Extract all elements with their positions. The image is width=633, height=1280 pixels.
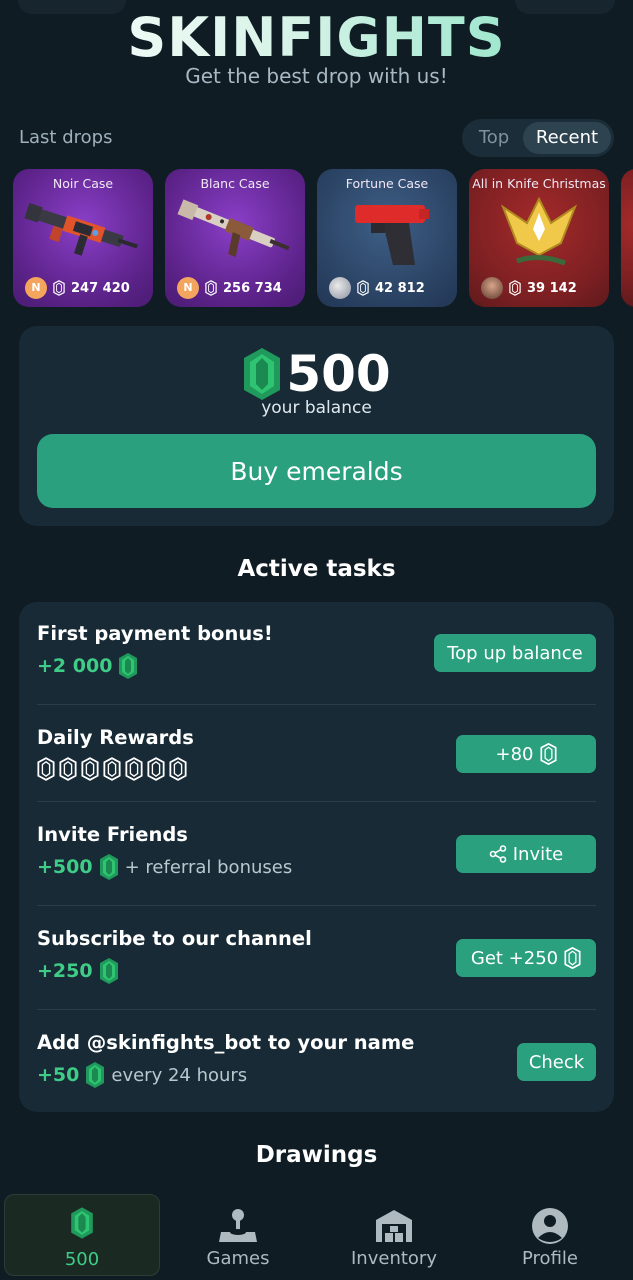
drop-card[interactable]: Blanc Case N 256 734 bbox=[165, 169, 305, 307]
task-invite-friends: Invite Friends +500 + referral bonuses I… bbox=[37, 823, 596, 903]
emerald-icon bbox=[71, 1207, 93, 1239]
emerald-outline-icon bbox=[37, 757, 55, 781]
task-reward: +2 000 bbox=[37, 655, 113, 677]
emerald-icon bbox=[85, 1062, 105, 1088]
nav-inventory[interactable]: Inventory bbox=[316, 1194, 472, 1276]
rifle-m4-icon bbox=[24, 202, 138, 256]
check-button[interactable]: Check bbox=[517, 1043, 596, 1081]
task-daily-rewards: Daily Rewards +80 bbox=[37, 726, 596, 796]
divider bbox=[37, 801, 596, 802]
emerald-outline-icon bbox=[81, 757, 99, 781]
app-logo: SKINFIGHTS bbox=[0, 6, 633, 69]
tasks-panel: First payment bonus! +2 000 Top up balan… bbox=[19, 602, 614, 1112]
emerald-icon bbox=[99, 854, 119, 880]
emerald-outline-icon bbox=[125, 757, 143, 781]
emerald-outline-icon bbox=[509, 280, 521, 296]
user-icon bbox=[532, 1208, 568, 1244]
user-avatar bbox=[481, 277, 503, 299]
balance-label: your balance bbox=[261, 398, 372, 418]
claim-daily-button[interactable]: +80 bbox=[456, 735, 596, 773]
share-icon bbox=[489, 845, 507, 863]
task-reward: +500 bbox=[37, 856, 93, 878]
divider bbox=[37, 905, 596, 906]
drop-card[interactable]: Fortune Case 42 812 bbox=[317, 169, 457, 307]
emerald-outline-icon bbox=[53, 280, 65, 296]
drop-card-partial[interactable] bbox=[621, 169, 633, 307]
case-name: Blanc Case bbox=[200, 176, 270, 191]
nav-profile[interactable]: Profile bbox=[472, 1194, 628, 1276]
emerald-icon bbox=[99, 958, 119, 984]
divider bbox=[37, 1009, 596, 1010]
subscribe-button[interactable]: Get +250 bbox=[456, 939, 596, 977]
emerald-outline-icon bbox=[357, 280, 369, 296]
user-avatar bbox=[329, 277, 351, 299]
emerald-icon bbox=[242, 348, 282, 400]
active-tasks-title: Active tasks bbox=[237, 556, 396, 582]
emerald-icon bbox=[118, 653, 138, 679]
case-name: Noir Case bbox=[52, 176, 114, 191]
task-subscribe-channel: Subscribe to our channel +250 Get +250 bbox=[37, 927, 596, 1007]
toggle-recent[interactable]: Recent bbox=[523, 122, 611, 154]
emerald-outline-icon bbox=[540, 743, 557, 765]
nav-balance[interactable]: 500 bbox=[4, 1194, 160, 1276]
nav-games[interactable]: Games bbox=[160, 1194, 316, 1276]
top-up-balance-button[interactable]: Top up balance bbox=[434, 634, 596, 672]
emerald-outline-icon bbox=[169, 757, 187, 781]
drops-toggle: Top Recent bbox=[462, 119, 614, 157]
emerald-outline-icon bbox=[103, 757, 121, 781]
drop-value: 247 420 bbox=[71, 280, 130, 296]
divider bbox=[37, 704, 596, 705]
user-avatar: N bbox=[177, 277, 199, 299]
drop-value: 42 812 bbox=[375, 280, 425, 296]
drawings-title: Drawings bbox=[255, 1142, 378, 1168]
last-drops-carousel[interactable]: Noir Case N 247 420 Blanc Case N 256 734… bbox=[13, 169, 633, 309]
task-reward-extra: every 24 hours bbox=[111, 1064, 248, 1086]
pistol-icon bbox=[355, 205, 429, 265]
task-add-bot-name: Add @skinfights_bot to your name +50 eve… bbox=[37, 1031, 596, 1111]
invite-button[interactable]: Invite bbox=[456, 835, 596, 873]
task-reward: +250 bbox=[37, 960, 93, 982]
drop-value: 256 734 bbox=[223, 280, 282, 296]
joystick-icon bbox=[219, 1209, 257, 1242]
task-reward: +50 bbox=[37, 1064, 80, 1086]
sticker-crown-icon bbox=[500, 196, 578, 266]
subscribe-label: Get +250 bbox=[470, 947, 559, 969]
nav-label: Games bbox=[206, 1248, 270, 1269]
task-first-payment: First payment bonus! +2 000 Top up balan… bbox=[37, 622, 596, 702]
drop-value: 39 142 bbox=[527, 280, 577, 296]
emerald-outline-icon bbox=[59, 757, 77, 781]
emerald-outline-icon bbox=[205, 280, 217, 296]
toggle-top[interactable]: Top bbox=[465, 122, 523, 154]
bottom-nav: 500 Games Inventory Profile bbox=[0, 1186, 633, 1280]
nav-label: Inventory bbox=[351, 1248, 437, 1269]
drop-card[interactable]: Noir Case N 247 420 bbox=[13, 169, 153, 307]
balance-amount: 500 bbox=[286, 345, 391, 403]
emerald-outline-icon bbox=[147, 757, 165, 781]
warehouse-icon bbox=[376, 1210, 412, 1242]
user-avatar: N bbox=[25, 277, 47, 299]
task-title: Add @skinfights_bot to your name bbox=[37, 1031, 415, 1054]
nav-label: 500 bbox=[64, 1249, 100, 1270]
rifle-ak-icon bbox=[177, 199, 290, 258]
task-reward-extra: + referral bonuses bbox=[124, 856, 293, 878]
case-name: Fortune Case bbox=[345, 176, 429, 191]
drop-card[interactable]: All in Knife Christmas 39 142 bbox=[469, 169, 609, 307]
balance-panel: 500 your balance Buy emeralds bbox=[19, 326, 614, 526]
last-drops-label: Last drops bbox=[19, 127, 113, 148]
claim-daily-label: +80 bbox=[495, 743, 534, 765]
tagline: Get the best drop with us! bbox=[185, 64, 448, 88]
nav-label: Profile bbox=[522, 1248, 578, 1269]
case-name: All in Knife Christmas bbox=[472, 176, 606, 191]
invite-label: Invite bbox=[512, 843, 564, 865]
emerald-outline-icon bbox=[564, 947, 581, 969]
buy-emeralds-button[interactable]: Buy emeralds bbox=[37, 434, 596, 508]
